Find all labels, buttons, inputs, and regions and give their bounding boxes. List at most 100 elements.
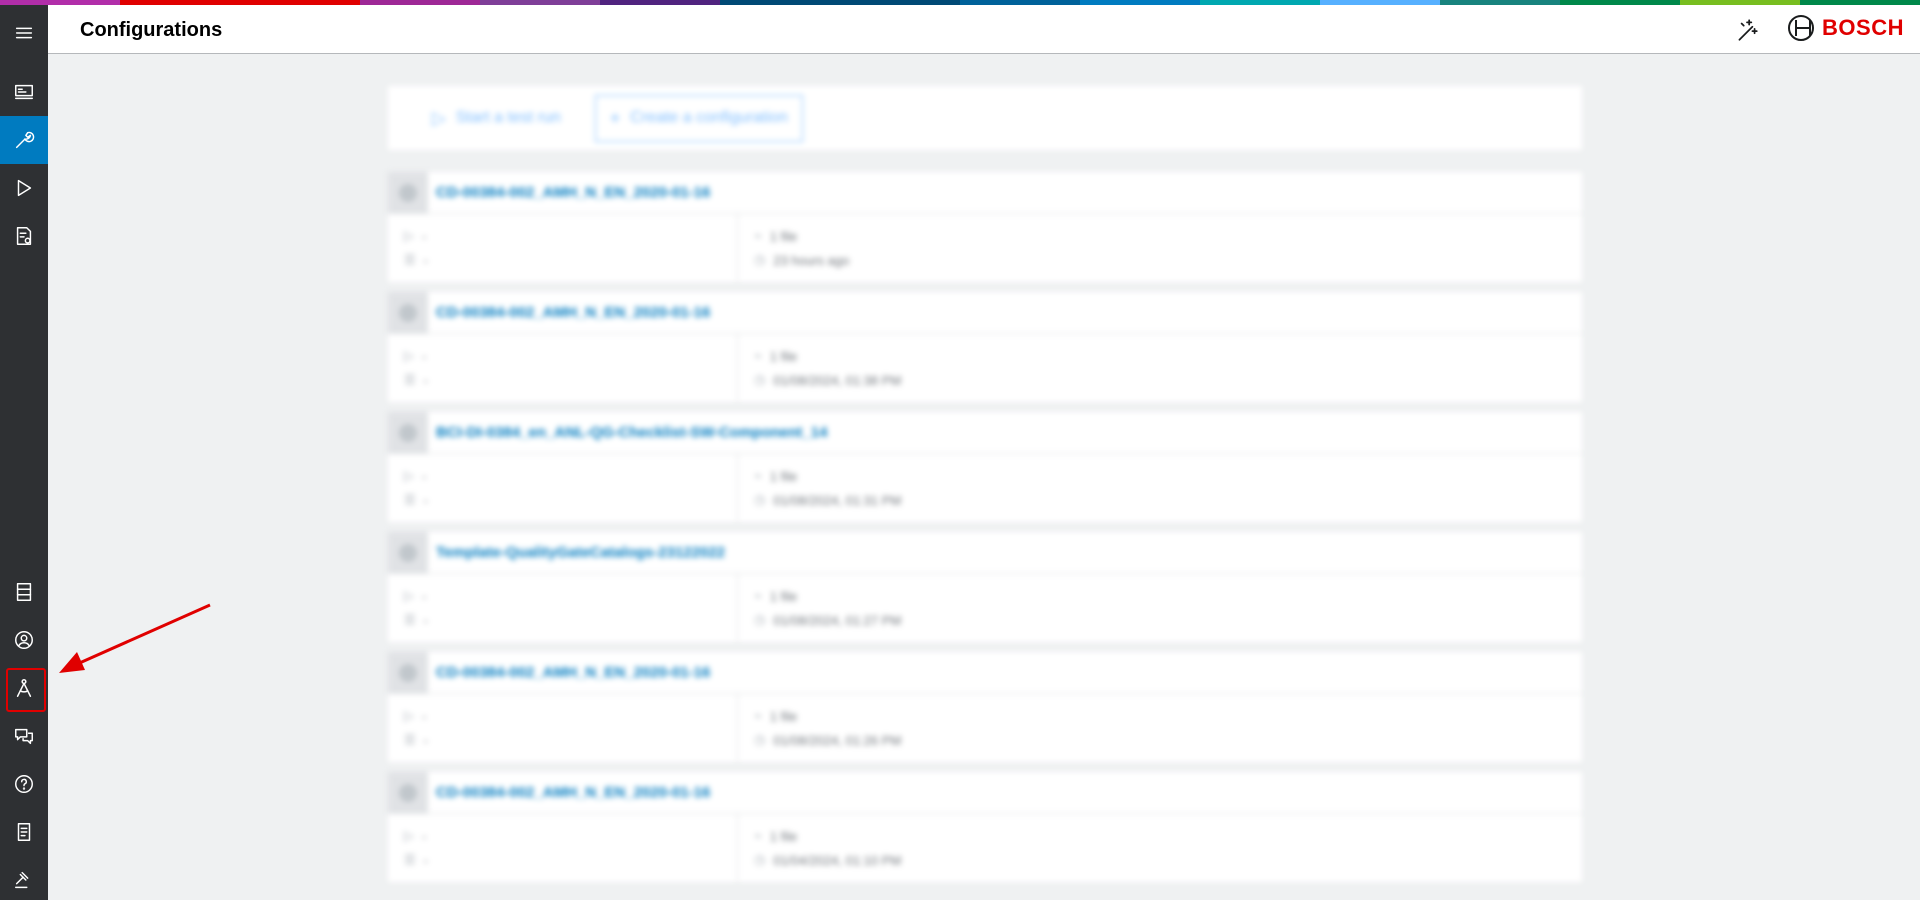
configuration-card[interactable]: CD-00384-002_AMH_N_EN_2020-01-16 ▷ - ☰ - ⌁…: [388, 291, 1582, 402]
configuration-title[interactable]: CD-00384-002_AMH_N_EN_2020-01-16: [436, 304, 710, 321]
status-icon: [388, 771, 428, 814]
time-value: 01/08/2024, 01:31 PM: [773, 492, 902, 508]
files-value: 1 file: [769, 708, 798, 724]
files-value: 1 file: [769, 588, 798, 604]
configuration-title[interactable]: CD-00384-002_AMH_N_EN_2020-01-16: [436, 184, 710, 201]
configuration-title[interactable]: Template-QualityGateCatalogs-23122022: [436, 544, 725, 561]
start-test-run-button[interactable]: ▷ Start a test run: [418, 96, 575, 141]
clock-icon: ◷: [754, 852, 766, 867]
files-value: 1 file: [769, 228, 798, 244]
bosch-logo: BOSCH: [1788, 15, 1904, 41]
clock-icon: ◷: [754, 252, 766, 267]
configuration-title[interactable]: BCI-DI-0384_en_ANL-QG-Checklist-SW-Compo…: [436, 424, 827, 441]
sidebar-item-storage[interactable]: [0, 568, 48, 616]
clock-icon: ◷: [754, 372, 766, 387]
sidebar-item-admin[interactable]: [0, 664, 48, 712]
create-configuration-label: Create a configuration: [630, 109, 788, 126]
server-icon: [16, 583, 32, 601]
configurations-toolbar: ▷ Start a test run + Create a configurat…: [388, 86, 1582, 150]
plus-icon: +: [609, 107, 621, 128]
help-icon: [15, 775, 33, 793]
files-value: 1 file: [769, 348, 798, 364]
status-icon: [388, 171, 428, 214]
play-icon: ▷: [432, 107, 446, 128]
paperclip-icon: ⌁: [754, 828, 762, 843]
compass-user-icon: [16, 679, 32, 697]
note-value: -: [423, 492, 428, 508]
configuration-card[interactable]: CD-00384-002_AMH_N_EN_2020-01-16 ▷ - ☰ - ⌁…: [388, 771, 1582, 882]
time-value: 01/04/2024, 01:10 PM: [773, 852, 902, 868]
dashboard-icon: [15, 84, 33, 100]
configuration-card[interactable]: BCI-DI-0384_en_ANL-QG-Checklist-SW-Compo…: [388, 411, 1582, 522]
time-value: 01/08/2024, 01:26 PM: [773, 732, 902, 748]
configuration-card[interactable]: CD-00384-002_AMH_N_EN_2020-01-16 ▷ - ☰ - ⌁…: [388, 171, 1582, 282]
magic-wand-button[interactable]: [1734, 17, 1760, 43]
menu-button[interactable]: [0, 9, 48, 57]
sidebar-item-feedback[interactable]: [0, 712, 48, 760]
paperclip-icon: ⌁: [754, 468, 762, 483]
list-icon: ☰: [404, 372, 416, 387]
configuration-card[interactable]: CD-00384-002_AMH_N_EN_2020-01-16 ▷ - ☰ - ⌁…: [388, 651, 1582, 762]
clock-icon: ◷: [754, 492, 766, 507]
bosch-armature-icon: [1788, 15, 1815, 41]
clock-icon: ◷: [754, 612, 766, 627]
note-value: -: [423, 252, 428, 268]
status-icon: [388, 291, 428, 334]
page-title: Configurations: [80, 19, 223, 41]
user-icon: [15, 631, 33, 649]
note-value: -: [423, 372, 428, 388]
files-value: 1 file: [769, 468, 798, 484]
list-icon: ☰: [404, 852, 416, 867]
gavel-icon: [15, 871, 29, 889]
files-value: 1 file: [769, 828, 798, 844]
list-icon: ☰: [404, 252, 416, 267]
paperclip-icon: ⌁: [754, 228, 762, 243]
play-icon: ▷: [404, 588, 414, 603]
report-icon: [16, 227, 32, 245]
runs-value: -: [422, 828, 427, 844]
sidebar-item-legal[interactable]: [0, 856, 48, 900]
status-icon: [388, 411, 428, 454]
create-configuration-button[interactable]: + Create a configuration: [594, 94, 803, 142]
runs-value: -: [422, 348, 427, 364]
play-icon: ▷: [404, 708, 414, 723]
sidebar-item-user[interactable]: [0, 616, 48, 664]
configuration-title[interactable]: CD-00384-002_AMH_N_EN_2020-01-16: [436, 784, 710, 801]
sidebar: [0, 5, 48, 900]
sidebar-item-reports[interactable]: [0, 212, 48, 260]
configuration-card[interactable]: Template-QualityGateCatalogs-23122022 ▷ -…: [388, 531, 1582, 642]
brand-name: BOSCH: [1822, 15, 1904, 40]
header: Configurations BOSCH: [48, 5, 1920, 54]
sidebar-item-test-runs[interactable]: [0, 164, 48, 212]
list-icon: ☰: [404, 612, 416, 627]
sidebar-item-documentation[interactable]: [0, 808, 48, 856]
start-test-run-label: Start a test run: [455, 109, 561, 126]
list-icon: ☰: [404, 492, 416, 507]
runs-value: -: [422, 708, 427, 724]
magic-wand-icon: [1738, 19, 1758, 41]
note-value: -: [423, 732, 428, 748]
status-icon: [388, 531, 428, 574]
time-value: 23 hours ago: [773, 252, 850, 268]
status-icon: [388, 651, 428, 694]
sidebar-item-dashboard[interactable]: [0, 68, 48, 116]
wrench-icon: [15, 131, 35, 149]
play-icon: ▷: [404, 828, 414, 843]
note-value: -: [423, 612, 428, 628]
document-icon: [17, 823, 31, 841]
sidebar-item-help[interactable]: [0, 760, 48, 808]
paperclip-icon: ⌁: [754, 588, 762, 603]
annotation-arrow: [59, 603, 211, 673]
main-content: ▷ Start a test run + Create a configurat…: [388, 86, 1582, 892]
paperclip-icon: ⌁: [754, 348, 762, 363]
runs-value: -: [422, 228, 427, 244]
play-icon: ▷: [404, 348, 414, 363]
clock-icon: ◷: [754, 732, 766, 747]
hamburger-icon: [15, 27, 33, 39]
configuration-title[interactable]: CD-00384-002_AMH_N_EN_2020-01-16: [436, 664, 710, 681]
play-icon: ▷: [404, 468, 414, 483]
runs-value: -: [422, 468, 427, 484]
sidebar-item-configurations[interactable]: [0, 116, 48, 164]
time-value: 01/08/2024, 01:27 PM: [773, 612, 902, 628]
configuration-list: CD-00384-002_AMH_N_EN_2020-01-16 ▷ - ☰ - ⌁…: [388, 171, 1582, 882]
